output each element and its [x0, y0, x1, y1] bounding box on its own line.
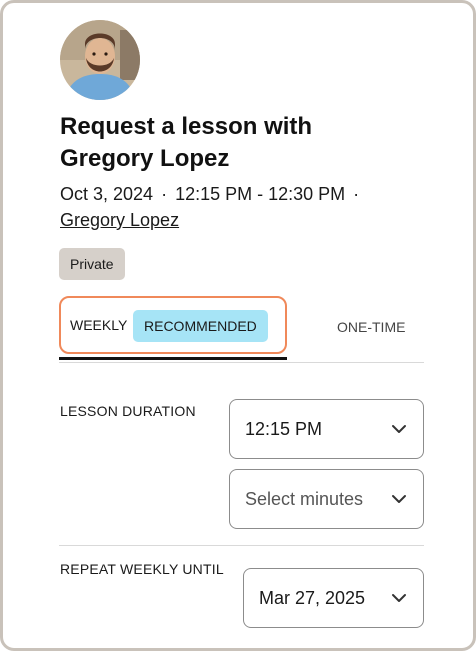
start-time-value: 12:15 PM	[245, 419, 323, 439]
tab-one-time[interactable]: ONE-TIME	[337, 319, 405, 335]
meta-separator: ·	[353, 184, 360, 204]
lesson-type-badge: Private	[59, 248, 125, 280]
section-divider	[59, 545, 424, 546]
chevron-down-icon	[392, 425, 406, 433]
lesson-request-card: Request a lesson with Gregory Lopez Oct …	[0, 0, 476, 651]
page-title: Request a lesson with Gregory Lopez	[60, 113, 313, 172]
duration-minutes-placeholder: Select minutes	[245, 489, 364, 509]
meta-separator: ·	[161, 184, 168, 204]
repeat-until-value: Mar 27, 2025	[259, 588, 366, 608]
chevron-down-icon	[392, 495, 406, 503]
repeat-until-label: REPEAT WEEKLY UNTIL	[60, 561, 224, 577]
lesson-date: Oct 3, 2024	[60, 184, 154, 204]
lesson-time-range: 12:15 PM - 12:30 PM	[175, 184, 346, 204]
chevron-down-icon	[392, 594, 406, 602]
tab-weekly[interactable]: WEEKLY RECOMMENDED	[59, 296, 287, 354]
start-time-select[interactable]: 12:15 PM	[229, 399, 424, 459]
tab-weekly-label: WEEKLY	[70, 317, 128, 333]
instructor-link[interactable]: Gregory Lopez	[60, 210, 179, 230]
duration-minutes-select[interactable]: Select minutes	[229, 469, 424, 529]
recommended-badge: RECOMMENDED	[133, 310, 268, 342]
lesson-duration-label: LESSON DURATION	[60, 403, 196, 419]
repeat-until-date-select[interactable]: Mar 27, 2025	[243, 568, 424, 628]
tabs-divider	[59, 362, 424, 363]
instructor-avatar	[60, 20, 140, 100]
active-tab-indicator	[59, 357, 287, 360]
lesson-meta: Oct 3, 2024 · 12:15 PM - 12:30 PM · Gregory…	[60, 181, 430, 233]
